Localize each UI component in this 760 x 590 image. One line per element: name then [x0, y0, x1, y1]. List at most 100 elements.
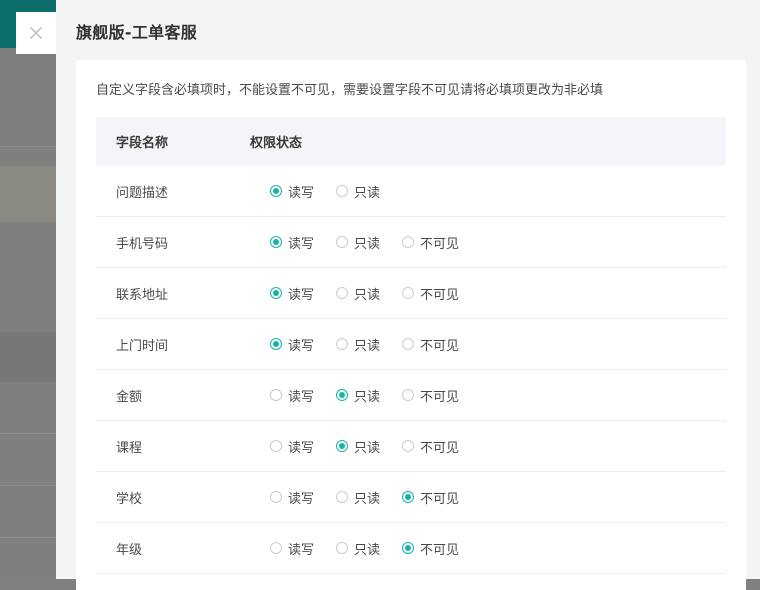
permission-radio[interactable]: 读写: [270, 284, 336, 303]
permission-radio-group: 读写 只读 不可见: [270, 539, 468, 558]
permission-radio[interactable]: 不可见: [402, 233, 468, 252]
radio-circle[interactable]: [336, 440, 348, 452]
field-name: 学校: [116, 491, 143, 507]
radio-label: 读写: [288, 491, 315, 507]
radio-label: 只读: [354, 338, 381, 354]
permission-radio-group: 读写 只读 不可见: [270, 233, 468, 252]
table-row: 手机号码 读写 只读 不可见: [96, 217, 726, 268]
radio-label: 只读: [354, 491, 381, 507]
permission-radio[interactable]: 读写: [270, 182, 336, 201]
radio-circle[interactable]: [270, 185, 282, 197]
radio-label: 只读: [354, 236, 381, 252]
radio-circle[interactable]: [336, 491, 348, 503]
radio-circle[interactable]: [402, 440, 414, 452]
permission-radio[interactable]: 不可见: [402, 386, 468, 405]
radio-circle[interactable]: [270, 338, 282, 350]
close-button[interactable]: [16, 12, 56, 54]
table-row: 年级 读写 只读 不可见: [96, 523, 726, 574]
radio-circle[interactable]: [402, 389, 414, 401]
permission-radio[interactable]: 只读: [336, 182, 402, 201]
radio-label: 只读: [354, 542, 381, 558]
radio-circle[interactable]: [270, 542, 282, 554]
radio-circle[interactable]: [336, 389, 348, 401]
radio-label: 不可见: [420, 236, 460, 252]
field-name: 问题描述: [116, 185, 169, 201]
table-row: 金额 读写 只读 不可见: [96, 370, 726, 421]
permission-radio[interactable]: 只读: [336, 488, 402, 507]
table-header: 字段名称 权限状态: [96, 117, 726, 166]
radio-label: 只读: [354, 287, 381, 303]
radio-circle[interactable]: [270, 287, 282, 299]
radio-circle[interactable]: [270, 491, 282, 503]
column-header-name: 字段名称: [116, 136, 169, 151]
radio-label: 只读: [354, 389, 381, 405]
field-permission-table: 字段名称 权限状态 问题描述 读写 只读 手机号码 读写 只读 不可见 联系地址 读写 只读 不可见…: [96, 117, 726, 574]
radio-label: 不可见: [420, 491, 460, 507]
field-name: 上门时间: [116, 338, 169, 354]
radio-label: 不可见: [420, 542, 460, 558]
backdrop-divider: [0, 537, 56, 538]
radio-label: 读写: [288, 440, 315, 456]
radio-circle[interactable]: [336, 185, 348, 197]
permission-radio[interactable]: 读写: [270, 539, 336, 558]
permission-radio[interactable]: 只读: [336, 335, 402, 354]
permission-radio[interactable]: 只读: [336, 539, 402, 558]
permission-radio-group: 读写 只读 不可见: [270, 437, 468, 456]
backdrop-row: [0, 332, 56, 382]
radio-label: 读写: [288, 236, 315, 252]
radio-label: 读写: [288, 542, 315, 558]
radio-circle[interactable]: [270, 389, 282, 401]
permission-radio[interactable]: 读写: [270, 488, 336, 507]
permission-radio[interactable]: 读写: [270, 437, 336, 456]
permission-panel: 自定义字段含必填项时，不能设置不可见，需要设置字段不可见请将必填项更改为非必填 …: [76, 60, 746, 590]
radio-label: 读写: [288, 287, 315, 303]
field-name: 手机号码: [116, 236, 169, 252]
permission-radio[interactable]: 不可见: [402, 539, 468, 558]
permission-radio-group: 读写 只读: [270, 182, 402, 201]
radio-label: 读写: [288, 185, 315, 201]
radio-circle[interactable]: [336, 287, 348, 299]
permission-radio-group: 读写 只读 不可见: [270, 488, 468, 507]
table-row: 联系地址 读写 只读 不可见: [96, 268, 726, 319]
radio-circle[interactable]: [402, 491, 414, 503]
backdrop-divider: [0, 146, 56, 147]
radio-label: 读写: [288, 338, 315, 354]
radio-circle[interactable]: [402, 236, 414, 248]
permission-radio[interactable]: 不可见: [402, 437, 468, 456]
radio-circle[interactable]: [336, 236, 348, 248]
radio-label: 不可见: [420, 287, 460, 303]
field-name: 联系地址: [116, 287, 169, 303]
column-header-permission: 权限状态: [250, 136, 303, 151]
permission-radio[interactable]: 不可见: [402, 488, 468, 507]
permission-radio[interactable]: 只读: [336, 437, 402, 456]
page-backdrop: [0, 0, 56, 579]
permission-radio[interactable]: 只读: [336, 233, 402, 252]
permission-drawer: 旗舰版-工单客服 自定义字段含必填项时，不能设置不可见，需要设置字段不可见请将必…: [56, 0, 760, 590]
radio-circle[interactable]: [270, 236, 282, 248]
permission-radio-group: 读写 只读 不可见: [270, 335, 468, 354]
radio-label: 不可见: [420, 440, 460, 456]
permission-radio[interactable]: 不可见: [402, 284, 468, 303]
table-body: 问题描述 读写 只读 手机号码 读写 只读 不可见 联系地址 读写 只读 不可见 上门时间 读写 只读 不可…: [96, 166, 726, 574]
radio-circle[interactable]: [402, 287, 414, 299]
radio-circle[interactable]: [402, 338, 414, 350]
radio-label: 只读: [354, 185, 381, 201]
permission-radio[interactable]: 读写: [270, 233, 336, 252]
permission-radio[interactable]: 只读: [336, 284, 402, 303]
radio-circle[interactable]: [402, 542, 414, 554]
radio-circle[interactable]: [336, 542, 348, 554]
drawer-title: 旗舰版-工单客服: [76, 23, 198, 42]
backdrop-divider: [0, 485, 56, 486]
notice-text: 自定义字段含必填项时，不能设置不可见，需要设置字段不可见请将必填项更改为非必填: [96, 83, 604, 98]
table-row: 问题描述 读写 只读: [96, 166, 726, 217]
permission-radio[interactable]: 不可见: [402, 335, 468, 354]
close-icon: [30, 27, 42, 39]
permission-radio-group: 读写 只读 不可见: [270, 284, 468, 303]
permission-radio[interactable]: 读写: [270, 335, 336, 354]
permission-radio[interactable]: 读写: [270, 386, 336, 405]
radio-circle[interactable]: [336, 338, 348, 350]
field-name: 课程: [116, 440, 143, 456]
radio-circle[interactable]: [270, 440, 282, 452]
table-row: 课程 读写 只读 不可见: [96, 421, 726, 472]
permission-radio[interactable]: 只读: [336, 386, 402, 405]
